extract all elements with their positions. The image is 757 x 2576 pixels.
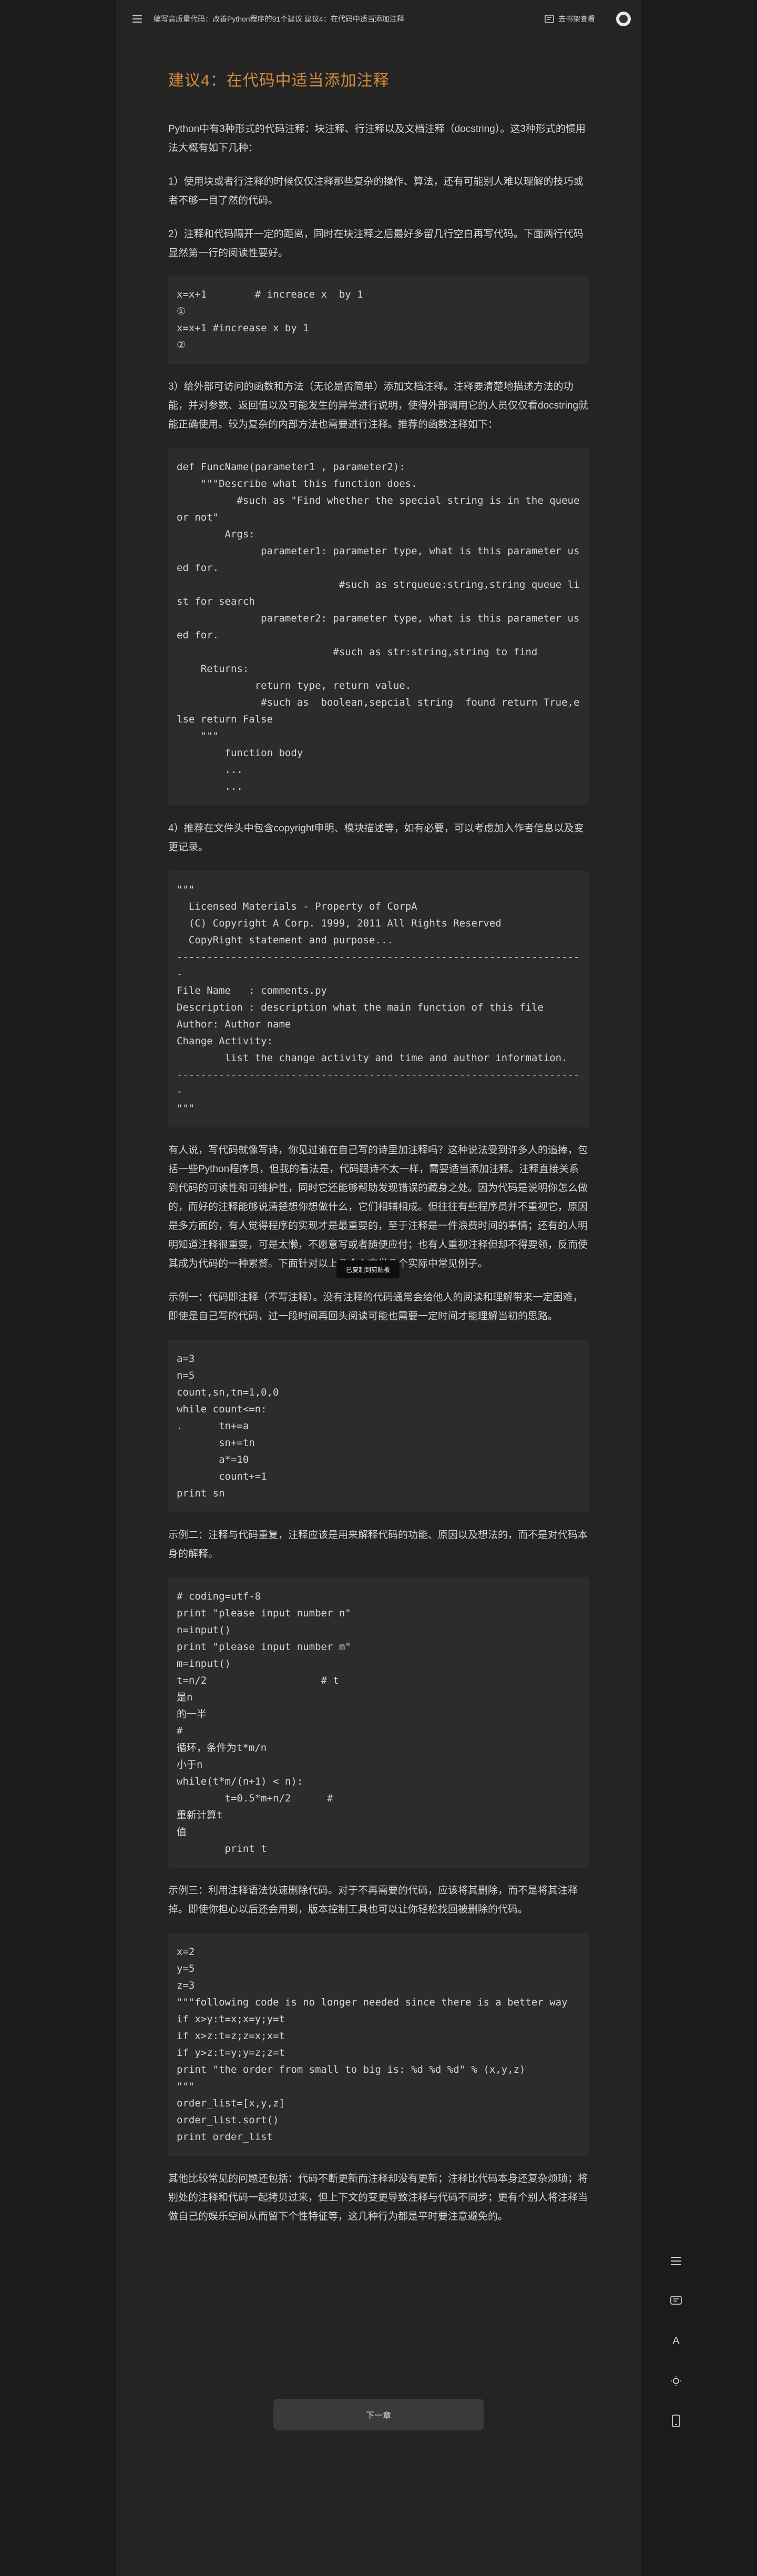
code-block: """ Licensed Materials - Property of Cor… — [168, 871, 589, 1127]
paragraph: 示例一：代码即注释（不写注释）。没有注释的代码通常会给他人的阅读和理解带来一定困… — [168, 1292, 583, 1322]
copy-toast: 已复制到剪贴板 — [336, 1260, 400, 1278]
code-block: x=2 y=5 z=3 """following code is no long… — [168, 1933, 589, 2156]
sun-icon — [671, 2376, 681, 2386]
code-block: x=x+1 # increace x by 1 ① x=x+1 #increas… — [168, 276, 589, 364]
avatar[interactable] — [616, 12, 631, 26]
bookshelf-label: 去书架查看 — [558, 15, 595, 23]
notes-icon — [670, 2296, 682, 2305]
paragraph: 4）推荐在文件头中包含copyright申明、模块描述等，如有必要，可以考虑加入… — [168, 823, 584, 853]
bookshelf-icon — [545, 15, 554, 23]
bookshelf-button[interactable]: 去书架查看 — [545, 14, 595, 24]
paragraph: Python中有3种形式的代码注释：块注释、行注释以及文档注释（docstrin… — [168, 124, 586, 154]
paragraph: 示例三：利用注释语法快速删除代码。对于不再需要的代码，应该将其删除，而不是将其注… — [168, 1885, 578, 1915]
paragraph: 其他比较常见的问题还包括：代码不断更新而注释却没有更新；注释比代码本身还复杂烦琐… — [168, 2173, 588, 2222]
theme-toggle-button[interactable] — [660, 2365, 692, 2397]
font-settings-button[interactable]: A — [660, 2325, 692, 2357]
paragraph: 3）给外部可访问的函数和方法（无论是否简单）添加文档注释。注释要清楚地描述方法的… — [168, 381, 589, 430]
chapter-title: 建议4：在代码中适当添加注释 — [168, 72, 390, 89]
catalog-button[interactable] — [660, 2245, 692, 2277]
phone-icon — [672, 2415, 680, 2427]
paragraph: 2）注释和代码隔开一定的距离，同时在块注释之后最好多留几行空白再写代码。下面两行… — [168, 229, 584, 259]
mobile-read-button[interactable] — [660, 2405, 692, 2437]
code-block: a=3 n=5 count,sn,tn=1,0,0 while count<=n… — [168, 1340, 589, 1512]
font-icon: A — [672, 2335, 680, 2347]
catalog-icon — [671, 2257, 681, 2265]
notes-button[interactable] — [660, 2285, 692, 2317]
code-block: def FuncName(parameter1 , parameter2): "… — [168, 448, 589, 806]
next-chapter-button[interactable]: 下一章 — [273, 2399, 484, 2430]
chapter-content: 建议4：在代码中适当添加注释 Python中有3种形式的代码注释：块注释、行注释… — [168, 67, 589, 2226]
paragraph: 有人说，写代码就像写诗，你见过谁在自己写的诗里加注释吗？这种说法受到许多人的追捧… — [168, 1145, 588, 1269]
top-bar: 编写高质量代码：改善Python程序的91个建议 建议4：在代码中适当添加注释 … — [116, 0, 641, 38]
paragraph: 1）使用块或者行注释的时候仅仅注释那些复杂的操作、算法，还有可能别人难以理解的技… — [168, 176, 584, 206]
paragraph: 示例二：注释与代码重复，注释应该是用来解释代码的功能、原因以及想法的，而不是对代… — [168, 1530, 588, 1560]
breadcrumb: 编写高质量代码：改善Python程序的91个建议 建议4：在代码中适当添加注释 — [154, 15, 404, 23]
code-block: # coding=utf-8 print "please input numbe… — [168, 1577, 589, 1868]
menu-icon[interactable] — [132, 15, 142, 23]
